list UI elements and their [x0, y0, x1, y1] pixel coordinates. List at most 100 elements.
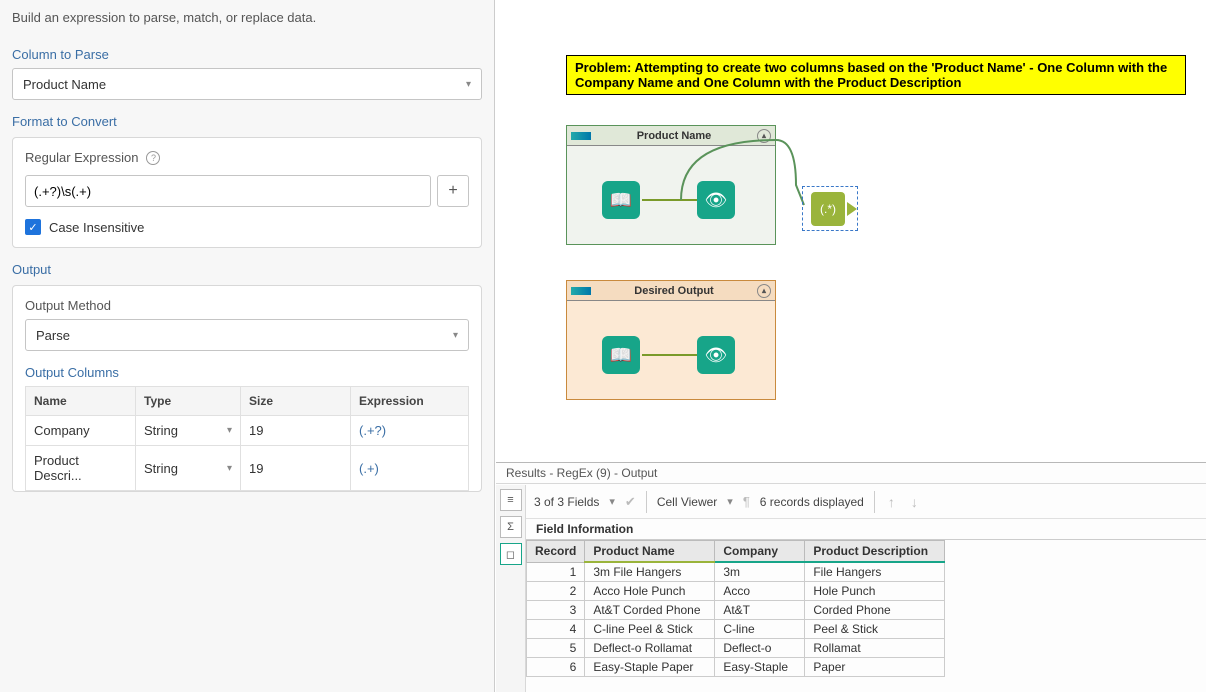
col-header-type: Type — [136, 387, 241, 416]
col-header-expr: Expression — [351, 387, 469, 416]
cell-company: At&T — [715, 601, 805, 620]
output-method-label: Output Method — [25, 298, 469, 313]
cell-size: 19 — [241, 416, 351, 446]
column-to-parse-dropdown[interactable]: Product Name ▾ — [12, 68, 482, 100]
problem-annotation: Problem: Attempting to create two column… — [566, 55, 1186, 95]
cell-name: Product Descri... — [26, 446, 136, 491]
cell-product-description: Peel & Stick — [805, 620, 945, 639]
table-row[interactable]: 3At&T Corded PhoneAt&TCorded Phone — [527, 601, 945, 620]
workflow-canvas[interactable]: Problem: Attempting to create two column… — [496, 0, 1206, 462]
cell-product-name: Easy-Staple Paper — [585, 658, 715, 677]
collapse-icon[interactable]: ▴ — [757, 129, 771, 143]
cell-record: 4 — [527, 620, 585, 639]
chevron-down-icon[interactable]: ▾ — [227, 425, 232, 436]
container-desired-output[interactable]: Desired Output ▴ 📖 👁 — [566, 280, 776, 400]
container-product-name[interactable]: Product Name ▴ 📖 👁 — [566, 125, 776, 245]
results-table: Record Product Name Company Product Desc… — [526, 540, 945, 677]
browse-tool[interactable]: 👁 — [697, 181, 735, 219]
container-title: Desired Output — [634, 285, 713, 297]
fields-count: 3 of 3 Fields — [534, 495, 599, 509]
case-insensitive-label: Case Insensitive — [49, 220, 144, 235]
up-arrow-icon[interactable]: ↑ — [885, 494, 898, 510]
connector — [642, 199, 697, 201]
table-row[interactable]: 4C-line Peel & StickC-linePeel & Stick — [527, 620, 945, 639]
separator — [646, 491, 647, 513]
connector — [642, 354, 697, 356]
cell-company: C-line — [715, 620, 805, 639]
instruction-text: Build an expression to parse, match, or … — [12, 10, 482, 25]
col-header-size: Size — [241, 387, 351, 416]
table-row[interactable]: 2Acco Hole PunchAccoHole Punch — [527, 582, 945, 601]
cell-record: 1 — [527, 562, 585, 582]
cell-company: Easy-Staple — [715, 658, 805, 677]
separator — [874, 491, 875, 513]
cell-expr: (.+?) — [351, 416, 469, 446]
header-product-description[interactable]: Product Description — [805, 541, 945, 563]
cell-company: Deflect-o — [715, 639, 805, 658]
output-label: Output — [12, 262, 482, 277]
table-row[interactable]: 13m File Hangers3mFile Hangers — [527, 562, 945, 582]
column-to-parse-label: Column to Parse — [12, 47, 482, 62]
chevron-down-icon: ▾ — [466, 79, 471, 90]
text-input-tool[interactable]: 📖 — [602, 336, 640, 374]
container-icon — [571, 132, 591, 140]
cell-product-name: 3m File Hangers — [585, 562, 715, 582]
container-icon — [571, 287, 591, 295]
cell-company: 3m — [715, 562, 805, 582]
output-method-value: Parse — [36, 328, 70, 343]
cell-record: 2 — [527, 582, 585, 601]
table-row[interactable]: 5Deflect-o RollamatDeflect-oRollamat — [527, 639, 945, 658]
header-record[interactable]: Record — [527, 541, 585, 563]
down-arrow-icon[interactable]: ↓ — [908, 494, 921, 510]
output-method-dropdown[interactable]: Parse ▾ — [25, 319, 469, 351]
view-mode-icon[interactable]: ◻ — [500, 543, 522, 565]
results-panel: Results - RegEx (9) - Output ≡ Σ ◻ 3 of … — [496, 462, 1206, 692]
header-company[interactable]: Company — [715, 541, 805, 563]
regex-tool-selected[interactable]: (.*) — [802, 186, 858, 231]
cell-product-description: File Hangers — [805, 562, 945, 582]
view-mode-icon[interactable]: Σ — [500, 516, 522, 538]
cell-record: 6 — [527, 658, 585, 677]
regex-tool-icon: (.*) — [811, 192, 845, 226]
browse-tool[interactable]: 👁 — [697, 336, 735, 374]
output-anchor-icon — [847, 202, 857, 216]
cell-product-description: Corded Phone — [805, 601, 945, 620]
output-columns-label: Output Columns — [25, 365, 469, 380]
view-mode-icon[interactable]: ≡ — [500, 489, 522, 511]
right-area: Problem: Attempting to create two column… — [496, 0, 1206, 692]
cell-product-description: Hole Punch — [805, 582, 945, 601]
cell-product-name: Acco Hole Punch — [585, 582, 715, 601]
cell-product-description: Rollamat — [805, 639, 945, 658]
cell-record: 3 — [527, 601, 585, 620]
cell-viewer-dropdown[interactable]: ▾ — [727, 495, 733, 508]
cell-company: Acco — [715, 582, 805, 601]
cell-name: Company — [26, 416, 136, 446]
regex-input[interactable] — [25, 175, 431, 207]
chevron-down-icon: ▾ — [453, 330, 458, 341]
results-toolbar: 3 of 3 Fields ▾ ✔ Cell Viewer ▾ ¶ 6 reco… — [526, 485, 1206, 519]
table-row[interactable]: Product Descri... String▾ 19 (.+) — [26, 446, 469, 491]
config-panel: Build an expression to parse, match, or … — [0, 0, 495, 692]
fields-dropdown[interactable]: ▾ — [609, 495, 615, 508]
add-button[interactable]: + — [437, 175, 469, 207]
text-input-tool[interactable]: 📖 — [602, 181, 640, 219]
cell-product-description: Paper — [805, 658, 945, 677]
results-sidebar: ≡ Σ ◻ — [496, 485, 526, 692]
help-icon[interactable]: ? — [146, 151, 160, 165]
records-count: 6 records displayed — [760, 495, 864, 509]
format-to-convert-section: Regular Expression ? + ✓ Case Insensitiv… — [12, 137, 482, 248]
cell-product-name: Deflect-o Rollamat — [585, 639, 715, 658]
table-row[interactable]: 6Easy-Staple PaperEasy-StaplePaper — [527, 658, 945, 677]
col-header-name: Name — [26, 387, 136, 416]
paragraph-icon[interactable]: ¶ — [743, 494, 750, 509]
collapse-icon[interactable]: ▴ — [757, 284, 771, 298]
cell-type: String — [144, 461, 178, 476]
header-product-name[interactable]: Product Name — [585, 541, 715, 563]
output-columns-table: Name Type Size Expression Company String… — [25, 386, 469, 491]
check-icon[interactable]: ✔ — [625, 494, 636, 510]
table-row[interactable]: Company String▾ 19 (.+?) — [26, 416, 469, 446]
case-insensitive-checkbox[interactable]: ✓ — [25, 219, 41, 235]
regex-label: Regular Expression — [25, 150, 138, 165]
chevron-down-icon[interactable]: ▾ — [227, 463, 232, 474]
output-section: Output Method Parse ▾ Output Columns Nam… — [12, 285, 482, 492]
